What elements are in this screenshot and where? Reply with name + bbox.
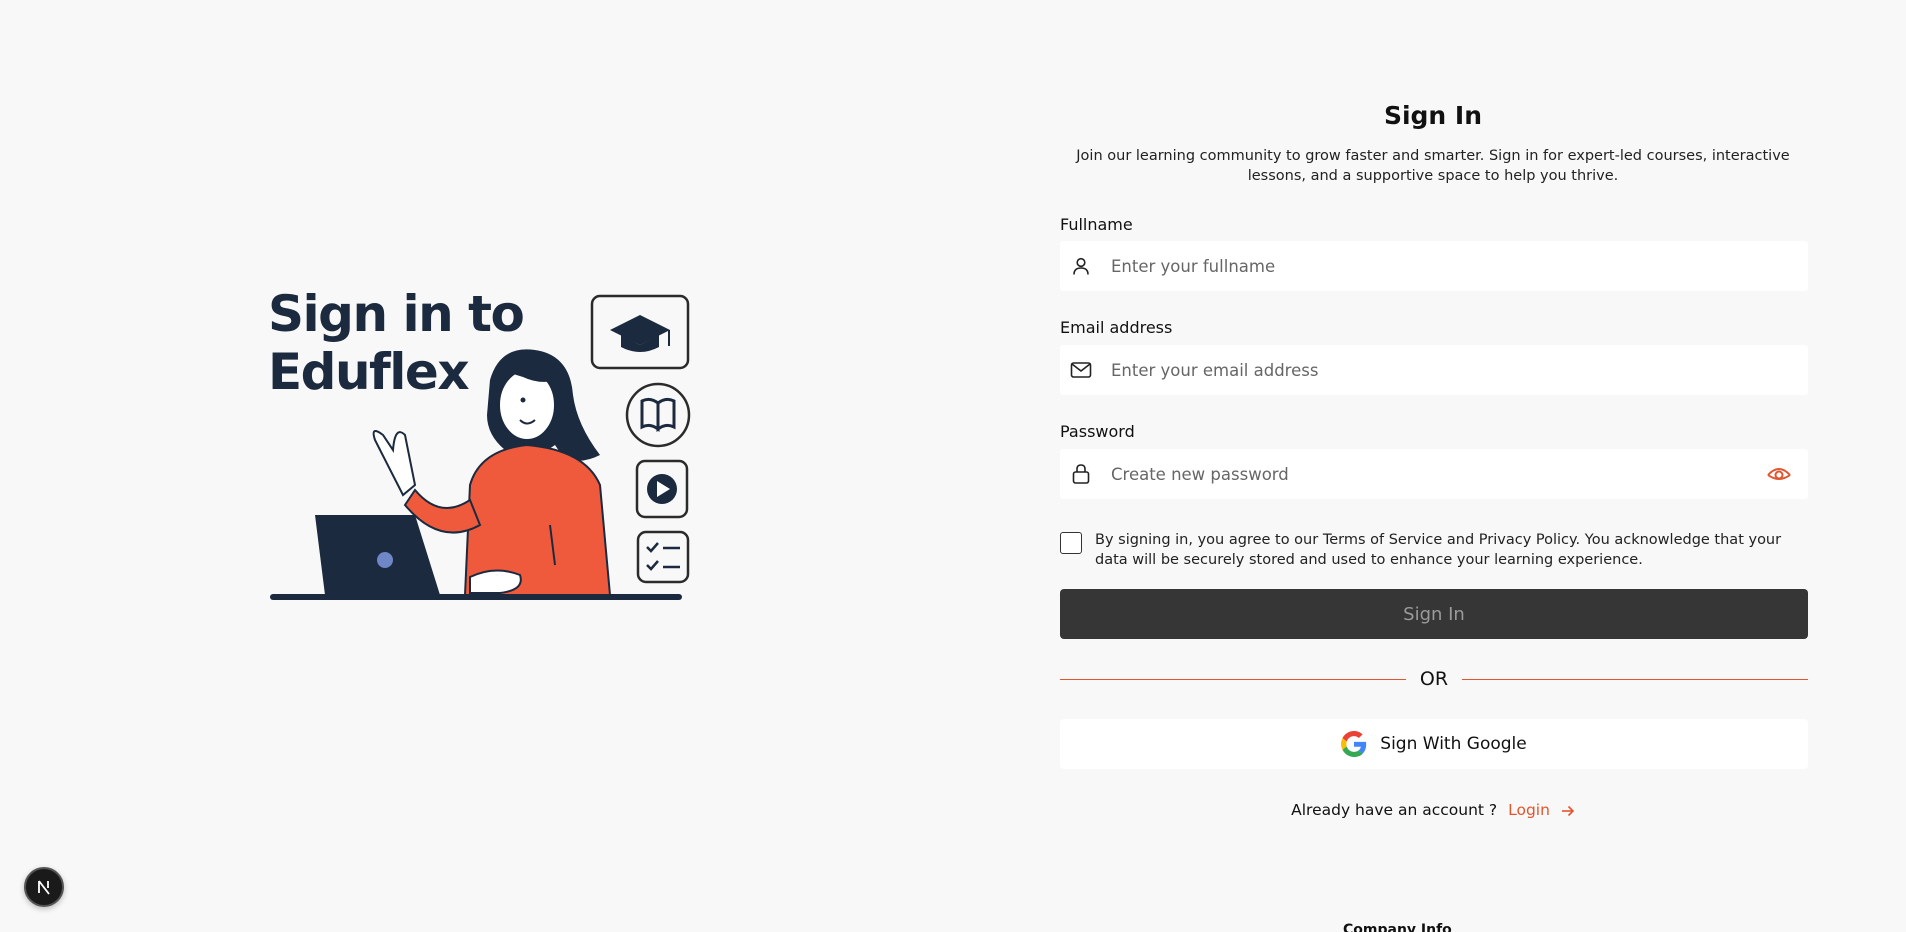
google-sign-in-button[interactable]: Sign With Google bbox=[1060, 719, 1808, 769]
email-field[interactable] bbox=[1060, 345, 1808, 395]
illustration-title: Sign in to Eduflex bbox=[268, 285, 528, 401]
page: Sign in to Eduflex Sign In Join our lear… bbox=[0, 0, 1906, 932]
fullname-label: Fullname bbox=[1060, 215, 1133, 234]
footer-company-info: Company Info bbox=[1343, 922, 1452, 932]
illustration-title-line2: Eduflex bbox=[268, 343, 470, 401]
mail-icon bbox=[1070, 359, 1092, 381]
already-account-row: Already have an account ? Login bbox=[1040, 801, 1826, 819]
google-icon bbox=[1341, 731, 1367, 757]
already-account-text: Already have an account ? bbox=[1291, 801, 1498, 819]
divider-line-left bbox=[1060, 678, 1406, 680]
password-field[interactable] bbox=[1060, 449, 1808, 499]
illustration-title-line1: Sign in to bbox=[268, 285, 525, 343]
terms-checkbox[interactable] bbox=[1060, 532, 1082, 554]
password-label: Password bbox=[1060, 422, 1135, 441]
user-icon bbox=[1070, 255, 1092, 277]
terms-row: By signing in, you agree to our Terms of… bbox=[1060, 530, 1820, 570]
login-link[interactable]: Login bbox=[1508, 801, 1550, 819]
arrow-right-icon[interactable] bbox=[1561, 801, 1575, 819]
email-input[interactable] bbox=[1111, 345, 1808, 395]
divider-line-right bbox=[1462, 678, 1809, 680]
nextjs-icon[interactable] bbox=[24, 867, 64, 907]
eye-icon[interactable] bbox=[1764, 459, 1794, 489]
form-subtitle: Join our learning community to grow fast… bbox=[1076, 148, 1790, 184]
fullname-input[interactable] bbox=[1111, 241, 1808, 291]
lock-icon bbox=[1070, 463, 1092, 485]
password-input[interactable] bbox=[1111, 449, 1764, 499]
or-label: OR bbox=[1419, 668, 1449, 690]
google-button-label: Sign With Google bbox=[1380, 734, 1527, 754]
email-label: Email address bbox=[1060, 318, 1173, 337]
form-title: Sign In bbox=[1383, 101, 1483, 130]
terms-text: By signing in, you agree to our Terms of… bbox=[1095, 532, 1782, 568]
sign-in-illustration: Sign in to Eduflex bbox=[265, 285, 705, 615]
sign-in-button[interactable]: Sign In bbox=[1060, 589, 1808, 639]
or-divider: OR bbox=[1060, 666, 1809, 692]
fullname-field[interactable] bbox=[1060, 241, 1808, 291]
